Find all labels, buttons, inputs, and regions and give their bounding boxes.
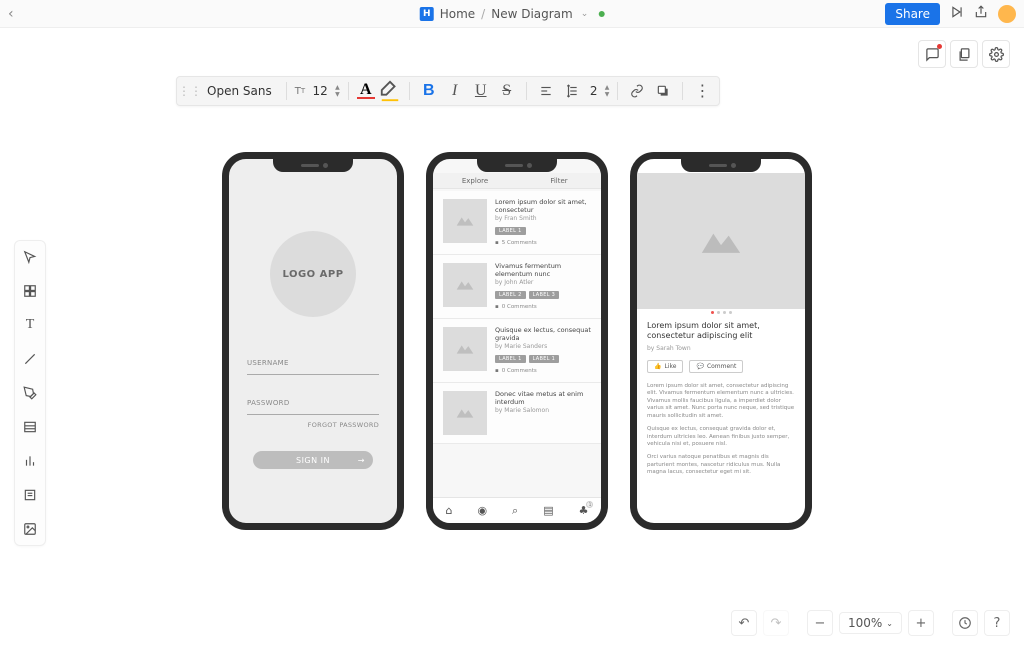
- page-indicator: [637, 311, 805, 314]
- forgot-password-link: FORGOT PASSWORD: [247, 421, 379, 429]
- feed-item-author: by Marie Sanders: [495, 343, 591, 350]
- feed-item-comments: 0 Comments: [495, 368, 591, 374]
- redo-button[interactable]: ↷: [763, 610, 789, 636]
- thumbnail-placeholder: [443, 391, 487, 435]
- article-title: Lorem ipsum dolor sit amet, consectetur …: [647, 321, 795, 341]
- logo-placeholder: LOGO APP: [270, 231, 356, 317]
- zoom-select[interactable]: 100%⌄: [839, 612, 902, 634]
- thumbnail-placeholder: [443, 199, 487, 243]
- article-paragraph: Quisque ex lectus, consequat gravida dol…: [647, 426, 795, 448]
- label-chip: LABEL 3: [529, 291, 560, 299]
- feed-item-title: Vivamus fermentum elementum nunc: [495, 263, 591, 278]
- zoom-out-button[interactable]: −: [807, 610, 833, 636]
- feed-item-title: Quisque ex lectus, consequat gravida: [495, 327, 591, 342]
- thumbnail-placeholder: [443, 263, 487, 307]
- history-button[interactable]: [952, 610, 978, 636]
- tabbar-notifications-icon: ♣1: [579, 504, 589, 517]
- feed-item-author: by Fran Smith: [495, 215, 591, 222]
- signin-button-mock: SIGN IN: [253, 451, 373, 469]
- feed-item-title: Lorem ipsum dolor sit amet, consectetur: [495, 199, 591, 214]
- tab-explore: Explore: [433, 173, 517, 188]
- phone-notch-icon: [273, 158, 353, 172]
- zoom-in-button[interactable]: +: [908, 610, 934, 636]
- phone-notch-icon: [477, 158, 557, 172]
- tabbar-explore-icon: ◉: [477, 504, 487, 517]
- feed-item: Vivamus fermentum elementum nunc by John…: [433, 255, 601, 319]
- username-label: USERNAME: [247, 359, 379, 367]
- like-button-mock: 👍 Like: [647, 360, 683, 373]
- article-paragraph: Lorem ipsum dolor sit amet, consectetur …: [647, 383, 795, 420]
- label-chip: LABEL 1: [529, 355, 560, 363]
- feed-item-author: by Marie Salomon: [495, 407, 591, 414]
- tabbar-search-icon: ⌕: [512, 504, 518, 518]
- mockup-feed-screen[interactable]: Explore Filter Lorem ipsum dolor sit ame…: [426, 152, 608, 530]
- mockup-detail-screen[interactable]: Lorem ipsum dolor sit amet, consectetur …: [630, 152, 812, 530]
- mockup-login-screen[interactable]: LOGO APP USERNAME PASSWORD FORGOT PASSWO…: [222, 152, 404, 530]
- undo-button[interactable]: ↶: [731, 610, 757, 636]
- feed-item: Lorem ipsum dolor sit amet, consectetur …: [433, 191, 601, 255]
- tab-filter: Filter: [517, 173, 601, 188]
- label-chip: LABEL 1: [495, 355, 526, 363]
- article-paragraph: Orci varius natoque penatibus et magnis …: [647, 454, 795, 476]
- feed-item-comments: 5 Comments: [495, 240, 591, 246]
- feed-item-title: Donec vitae metus at enim interdum: [495, 391, 591, 406]
- article-author: by Sarah Town: [647, 345, 795, 352]
- thumbnail-placeholder: [443, 327, 487, 371]
- label-chip: LABEL 1: [495, 227, 526, 235]
- help-button[interactable]: ?: [984, 610, 1010, 636]
- tabbar-chat-icon: ▤: [543, 504, 553, 517]
- hero-image-placeholder: [637, 173, 805, 309]
- tabbar-home-icon: ⌂: [445, 504, 452, 517]
- feed-item: Quisque ex lectus, consequat gravida by …: [433, 319, 601, 383]
- feed-item-comments: 0 Comments: [495, 304, 591, 310]
- phone-notch-icon: [681, 158, 761, 172]
- password-label: PASSWORD: [247, 399, 379, 407]
- label-chip: LABEL 2: [495, 291, 526, 299]
- comment-button-mock: 💬 Comment: [689, 360, 743, 373]
- feed-item-author: by John Atler: [495, 279, 591, 286]
- feed-item: Donec vitae metus at enim interdum by Ma…: [433, 383, 601, 444]
